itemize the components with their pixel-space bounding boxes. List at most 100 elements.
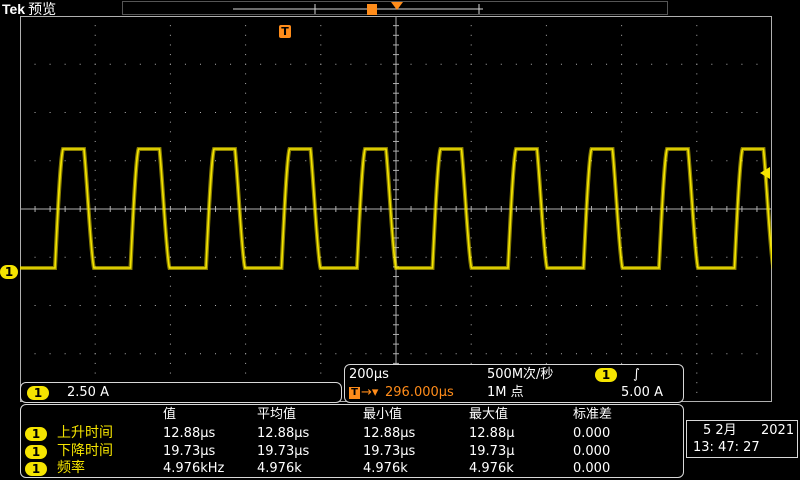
grid-dot [169, 160, 171, 162]
timebase-panel[interactable]: 200μs 500M次/秒 1 ∫ T →▾ 296.000μs 1M 点 5.… [344, 364, 684, 403]
grid-dot [470, 160, 472, 162]
grid-dot [726, 256, 728, 258]
meas-cell: 4.976k [257, 461, 302, 476]
grid-dot [290, 63, 292, 65]
grid-dot [169, 25, 171, 27]
grid-dot [560, 63, 562, 65]
grid-dot [49, 305, 51, 306]
grid-dot [94, 73, 96, 75]
grid-dot [365, 160, 367, 162]
grid-dot [275, 112, 277, 113]
grid-dot [621, 150, 623, 152]
grid-dot [215, 353, 217, 355]
grid-dot [636, 256, 638, 258]
grid-dot [169, 305, 171, 306]
trigger-level-icon[interactable] [760, 167, 770, 179]
grid-dot [696, 333, 698, 335]
year-label: 2021 [761, 423, 795, 438]
record-length: 1M 点 [487, 385, 524, 400]
grid-dot [124, 305, 126, 306]
grid-dot [726, 160, 728, 162]
grid-dot [245, 73, 247, 75]
meas-cell: 19.73μs [163, 444, 216, 459]
grid-dot [545, 131, 547, 133]
meas-row-channel-badge: 1 [25, 462, 47, 476]
grid-dot [410, 160, 412, 162]
grid-dot [124, 112, 126, 113]
grid-dot [711, 305, 713, 306]
grid-dot [290, 305, 292, 306]
grid-dot [350, 305, 352, 306]
trigger-position-marker[interactable]: T [279, 25, 291, 38]
measurement-table[interactable]: 值 平均值 最小值 最大值 标准差 1 上升时间 12.88μs 12.88μs… [20, 404, 684, 478]
grid-dot [139, 353, 141, 355]
grid-dot [696, 34, 698, 36]
ch1-ground-marker[interactable]: 1 [0, 265, 18, 279]
time-per-div: 200μs [349, 367, 389, 382]
grid-dot [320, 179, 322, 181]
grid-dot [500, 305, 502, 306]
ch1-badge: 1 [27, 386, 49, 400]
grid-dot [245, 237, 247, 239]
grid-dot [245, 324, 247, 326]
grid-dot [575, 112, 577, 113]
grid-dot [199, 305, 201, 306]
grid-dot [94, 198, 96, 200]
grid-dot [350, 112, 352, 113]
grid-dot [636, 353, 638, 355]
grid-dot [169, 343, 171, 345]
grid-dot [380, 353, 382, 355]
meas-cell: 12.88μ [469, 426, 515, 441]
grid-dot [154, 160, 156, 162]
trigger-channel-badge: 1 [595, 368, 617, 382]
grid-dot [169, 198, 171, 200]
grid-dot [245, 314, 247, 316]
grid-dot [470, 227, 472, 229]
grid-dot [696, 83, 698, 85]
grid-dot [470, 73, 472, 75]
grid-dot [636, 63, 638, 65]
grid-dot [681, 160, 683, 162]
grid-dot [651, 256, 653, 258]
grid-dot [470, 112, 472, 113]
grid-dot [651, 112, 653, 113]
grid-dot [455, 256, 457, 258]
grid-dot [696, 324, 698, 326]
grid-dot [470, 333, 472, 335]
grid-dot [545, 121, 547, 123]
grid-dot [575, 63, 577, 65]
grid-dot [470, 83, 472, 85]
record-view-bar[interactable] [122, 1, 668, 15]
grid-dot [621, 73, 623, 75]
grid-dot [320, 276, 322, 278]
grid-dot [696, 102, 698, 104]
grid-dot [545, 92, 547, 94]
meas-header-min: 最小值 [363, 407, 403, 422]
grid-dot [79, 305, 81, 306]
grid-dot [320, 63, 322, 65]
grid-dot [335, 160, 337, 162]
grid-dot [545, 353, 547, 355]
grid-dot [290, 256, 292, 258]
grid-dot [245, 343, 247, 345]
grid-dot [470, 102, 472, 104]
grid-dot [621, 112, 623, 113]
grid-dot [651, 160, 653, 162]
ch1-scale-value: 2.50 A [67, 385, 109, 400]
grid-dot [500, 160, 502, 162]
grid-dot [696, 121, 698, 123]
grid-dot [696, 92, 698, 94]
grid-dot [741, 63, 743, 65]
grid-dot [169, 83, 171, 85]
grid-dot [320, 285, 322, 287]
grid-dot [425, 353, 427, 355]
grid-dot [696, 372, 698, 374]
grid-dot [515, 256, 517, 258]
grid-dot [260, 256, 262, 258]
grid-dot [245, 54, 247, 56]
channel-scale-readout[interactable]: 1 2.50 A [20, 382, 342, 403]
grid-dot [169, 34, 171, 36]
grid-dot [515, 305, 517, 306]
grid-dot [64, 112, 66, 113]
grid-dot [320, 44, 322, 46]
